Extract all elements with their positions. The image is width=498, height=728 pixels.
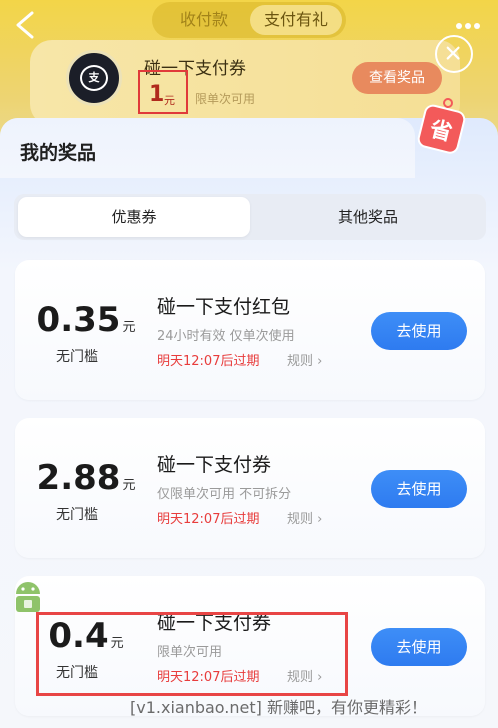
coupon-expiry: 明天12:07后过期 [157, 354, 260, 369]
coupon-rule-link[interactable]: 规则 › [287, 350, 322, 369]
watermark-text: [v1.xianbao.net] 新赚吧，有你更精彩！ [130, 698, 427, 717]
use-coupon-button[interactable]: 去使用 [371, 312, 467, 350]
sheet-title: 我的奖品 [20, 142, 97, 164]
use-coupon-button[interactable]: 去使用 [371, 470, 467, 508]
top-segment: 收付款 支付有礼 [152, 2, 346, 38]
coupon-amount-block: 0.35 元 [31, 300, 141, 340]
card-amount: 1 [149, 82, 165, 107]
tab-coupons[interactable]: 优惠券 [18, 197, 250, 237]
coupon-rule-link[interactable]: 规则 › [287, 508, 322, 527]
save-tag-icon: 省 [417, 97, 466, 154]
coupon-card: 2.88 元 无门槛 碰一下支付券 仅限单次可用 不可拆分 明天12:07后过期 … [15, 418, 485, 558]
view-prize-button[interactable]: 查看奖品 [352, 62, 442, 94]
coupon-card: 0.35 元 无门槛 碰一下支付红包 24小时有效 仅单次使用 明天12:07后过… [15, 260, 485, 400]
back-icon[interactable] [12, 10, 38, 40]
highlight-box [36, 612, 348, 696]
logo-text: 支 [80, 65, 108, 91]
coupon-unit: 元 [122, 320, 136, 335]
coupon-threshold: 无门槛 [56, 349, 98, 365]
alipay-logo: 支 [66, 50, 122, 106]
coupon-title: 碰一下支付红包 [157, 296, 291, 318]
use-coupon-button[interactable]: 去使用 [371, 628, 467, 666]
coupon-threshold: 无门槛 [56, 507, 98, 523]
tab-pay-receive[interactable]: 收付款 [158, 2, 250, 38]
prize-tabs: 优惠券 其他奖品 [14, 194, 486, 240]
pay-coupon-card: 支 碰一下支付券 1 元 限单次可用 查看奖品 [30, 40, 460, 126]
more-icon[interactable] [456, 14, 486, 29]
coupon-amount: 0.35 [36, 300, 121, 340]
tab-pay-gift[interactable]: 支付有礼 [250, 5, 342, 35]
card-subtitle: 限单次可用 [195, 92, 256, 106]
android-icon [16, 582, 40, 612]
coupon-title: 碰一下支付券 [157, 454, 272, 476]
card-amount-highlight: 1 元 [138, 70, 188, 114]
card-amount-unit: 元 [164, 94, 175, 107]
coupon-desc: 仅限单次可用 不可拆分 [157, 487, 292, 502]
coupon-unit: 元 [122, 478, 136, 493]
coupon-expiry: 明天12:07后过期 [157, 512, 260, 527]
coupon-amount-block: 2.88 元 [31, 458, 141, 498]
coupon-desc: 24小时有效 仅单次使用 [157, 329, 295, 344]
close-icon[interactable] [435, 35, 473, 73]
tab-other-prizes[interactable]: 其他奖品 [250, 194, 486, 240]
coupon-amount: 2.88 [36, 458, 121, 498]
